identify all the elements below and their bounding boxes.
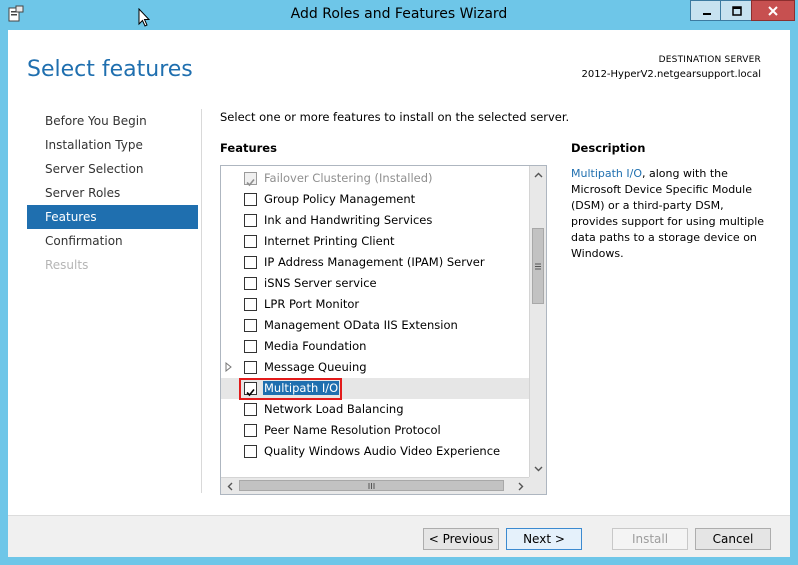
feature-label[interactable]: Message Queuing: [264, 360, 367, 374]
minimize-button[interactable]: [690, 0, 723, 21]
description-heading: Description: [571, 141, 646, 155]
close-button[interactable]: [751, 0, 795, 21]
feature-row[interactable]: Ink and Handwriting Services: [221, 210, 529, 231]
nav-item-server-roles[interactable]: Server Roles: [27, 181, 198, 205]
feature-row-selected[interactable]: Multipath I/O: [221, 378, 529, 400]
feature-checkbox[interactable]: [244, 214, 257, 227]
feature-checkbox[interactable]: [244, 403, 257, 416]
grip-icon: [368, 482, 375, 489]
wizard-nav: Before You Begin Installation Type Serve…: [27, 109, 198, 277]
wizard-window: Add Roles and Features Wizard Select fea…: [0, 0, 798, 565]
feature-row[interactable]: Message Queuing: [221, 357, 529, 378]
instructions-text: Select one or more features to install o…: [220, 110, 570, 124]
feature-row[interactable]: Group Policy Management: [221, 189, 529, 210]
vertical-scroll-thumb[interactable]: [532, 228, 544, 304]
feature-label[interactable]: Peer Name Resolution Protocol: [264, 423, 441, 437]
feature-checkbox[interactable]: [244, 235, 257, 248]
features-heading: Features: [220, 141, 277, 155]
scrollbar-corner: [529, 477, 546, 494]
vertical-scrollbar[interactable]: [529, 166, 546, 477]
feature-checkbox[interactable]: [244, 445, 257, 458]
wizard-client-area: Select features DESTINATION SERVER 2012-…: [8, 30, 790, 557]
feature-checkbox[interactable]: [244, 319, 257, 332]
grip-icon: [535, 263, 541, 269]
feature-row[interactable]: IP Address Management (IPAM) Server: [221, 252, 529, 273]
destination-server-label: DESTINATION SERVER: [658, 55, 761, 65]
wizard-footer: < Previous Next > Install Cancel: [8, 515, 790, 557]
scroll-left-button[interactable]: [221, 478, 238, 494]
feature-label[interactable]: iSNS Server service: [264, 276, 377, 290]
features-tree[interactable]: Failover Clustering (Installed) Group Po…: [220, 165, 547, 495]
feature-label[interactable]: Network Load Balancing: [264, 402, 404, 416]
feature-row: Failover Clustering (Installed): [221, 168, 529, 189]
feature-row[interactable]: Management OData IIS Extension: [221, 315, 529, 336]
nav-item-installation-type[interactable]: Installation Type: [27, 133, 198, 157]
feature-checkbox[interactable]: [244, 277, 257, 290]
feature-checkbox[interactable]: [244, 424, 257, 437]
description-link[interactable]: Multipath I/O: [571, 167, 642, 180]
description-text: Multipath I/O, along with the Microsoft …: [571, 166, 771, 262]
maximize-icon: [731, 5, 742, 16]
feature-checkbox[interactable]: [244, 193, 257, 206]
scroll-down-button[interactable]: [530, 460, 546, 477]
red-highlight-box: [239, 378, 342, 400]
window-title: Add Roles and Features Wizard: [290, 6, 508, 22]
feature-label[interactable]: IP Address Management (IPAM) Server: [264, 255, 485, 269]
chevron-up-icon: [534, 172, 542, 177]
destination-server-value: 2012-HyperV2.netgearsupport.local: [581, 69, 761, 80]
expand-arrow-icon[interactable]: [225, 362, 233, 372]
feature-label[interactable]: Internet Printing Client: [264, 234, 395, 248]
nav-item-features[interactable]: Features: [27, 205, 198, 229]
feature-row[interactable]: LPR Port Monitor: [221, 294, 529, 315]
nav-item-before-you-begin[interactable]: Before You Begin: [27, 109, 198, 133]
feature-row[interactable]: Media Foundation: [221, 336, 529, 357]
mouse-cursor-icon: [138, 8, 150, 27]
feature-row[interactable]: Peer Name Resolution Protocol: [221, 420, 529, 441]
horizontal-scrollbar[interactable]: [221, 477, 529, 494]
feature-label[interactable]: Quality Windows Audio Video Experience: [264, 444, 500, 458]
feature-label[interactable]: LPR Port Monitor: [264, 297, 359, 311]
feature-row[interactable]: Internet Printing Client: [221, 231, 529, 252]
checkmark-icon: [246, 178, 255, 187]
close-icon: [768, 5, 778, 16]
install-button: Install: [612, 528, 688, 550]
features-list: Failover Clustering (Installed) Group Po…: [221, 168, 529, 462]
maximize-button[interactable]: [720, 0, 753, 21]
chevron-right-icon: [518, 482, 523, 490]
scroll-right-button[interactable]: [512, 478, 529, 494]
feature-checkbox[interactable]: [244, 256, 257, 269]
feature-checkbox[interactable]: [244, 361, 257, 374]
horizontal-scroll-thumb[interactable]: [239, 480, 504, 491]
scroll-up-button[interactable]: [530, 166, 546, 183]
cancel-button[interactable]: Cancel: [695, 528, 771, 550]
feature-label: Failover Clustering (Installed): [264, 171, 433, 185]
description-body: , along with the Microsoft Device Specif…: [571, 167, 765, 260]
nav-item-confirmation[interactable]: Confirmation: [27, 229, 198, 253]
feature-label[interactable]: Management OData IIS Extension: [264, 318, 458, 332]
feature-label[interactable]: Ink and Handwriting Services: [264, 213, 432, 227]
chevron-left-icon: [227, 482, 232, 490]
page-title: Select features: [27, 57, 193, 82]
feature-row[interactable]: Quality Windows Audio Video Experience: [221, 441, 529, 462]
feature-label[interactable]: Group Policy Management: [264, 192, 415, 206]
feature-row[interactable]: Network Load Balancing: [221, 399, 529, 420]
nav-item-server-selection[interactable]: Server Selection: [27, 157, 198, 181]
feature-row[interactable]: iSNS Server service: [221, 273, 529, 294]
title-bar[interactable]: Add Roles and Features Wizard: [0, 0, 798, 30]
minimize-icon: [702, 12, 711, 15]
next-button[interactable]: Next >: [506, 528, 582, 550]
feature-checkbox[interactable]: [244, 340, 257, 353]
feature-checkbox[interactable]: [244, 298, 257, 311]
nav-item-results: Results: [45, 258, 89, 272]
previous-button[interactable]: < Previous: [423, 528, 499, 550]
nav-divider: [201, 109, 202, 493]
feature-label[interactable]: Media Foundation: [264, 339, 366, 353]
feature-checkbox: [244, 172, 257, 187]
chevron-down-icon: [534, 466, 542, 471]
